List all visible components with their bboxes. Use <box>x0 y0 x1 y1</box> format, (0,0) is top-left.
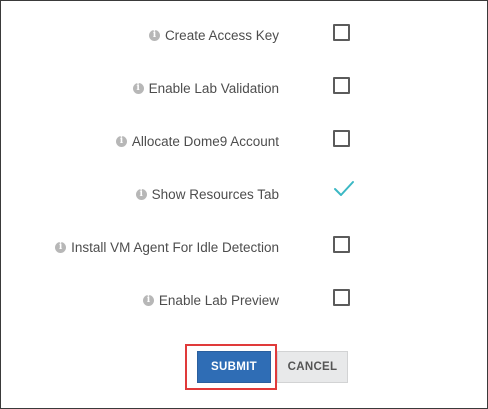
option-enable-lab-validation: i Enable Lab Validation <box>1 73 487 103</box>
option-label: Enable Lab Preview <box>158 292 279 308</box>
option-label: Allocate Dome9 Account <box>131 133 279 149</box>
info-icon[interactable]: i <box>115 135 127 147</box>
show-resources-tab-checkbox-checked[interactable] <box>332 177 356 199</box>
option-show-resources-tab: i Show Resources Tab <box>1 179 487 209</box>
cancel-button[interactable]: CANCEL <box>277 351 348 383</box>
info-icon[interactable]: i <box>135 188 147 200</box>
settings-panel: i Create Access Key i Enable Lab Validat… <box>0 0 488 409</box>
option-label: Enable Lab Validation <box>148 80 279 96</box>
enable-lab-validation-checkbox[interactable] <box>333 77 350 94</box>
option-label: Create Access Key <box>164 27 279 43</box>
info-icon[interactable]: i <box>148 29 160 41</box>
install-vm-agent-checkbox[interactable] <box>333 236 350 253</box>
option-label: Show Resources Tab <box>151 186 279 202</box>
info-icon[interactable]: i <box>142 294 154 306</box>
checkmark-icon <box>334 181 354 196</box>
allocate-dome9-account-checkbox[interactable] <box>333 130 350 147</box>
submit-button[interactable]: SUBMIT <box>197 351 271 383</box>
create-access-key-checkbox[interactable] <box>333 24 350 41</box>
info-icon[interactable]: i <box>132 82 144 94</box>
option-allocate-dome9-account: i Allocate Dome9 Account <box>1 126 487 156</box>
info-icon[interactable]: i <box>55 241 67 253</box>
option-label: Install VM Agent For Idle Detection <box>71 239 279 255</box>
enable-lab-preview-checkbox[interactable] <box>333 289 350 306</box>
option-create-access-key: i Create Access Key <box>1 20 487 50</box>
option-install-vm-agent: i Install VM Agent For Idle Detection <box>1 232 487 262</box>
option-enable-lab-preview: i Enable Lab Preview <box>1 285 487 315</box>
